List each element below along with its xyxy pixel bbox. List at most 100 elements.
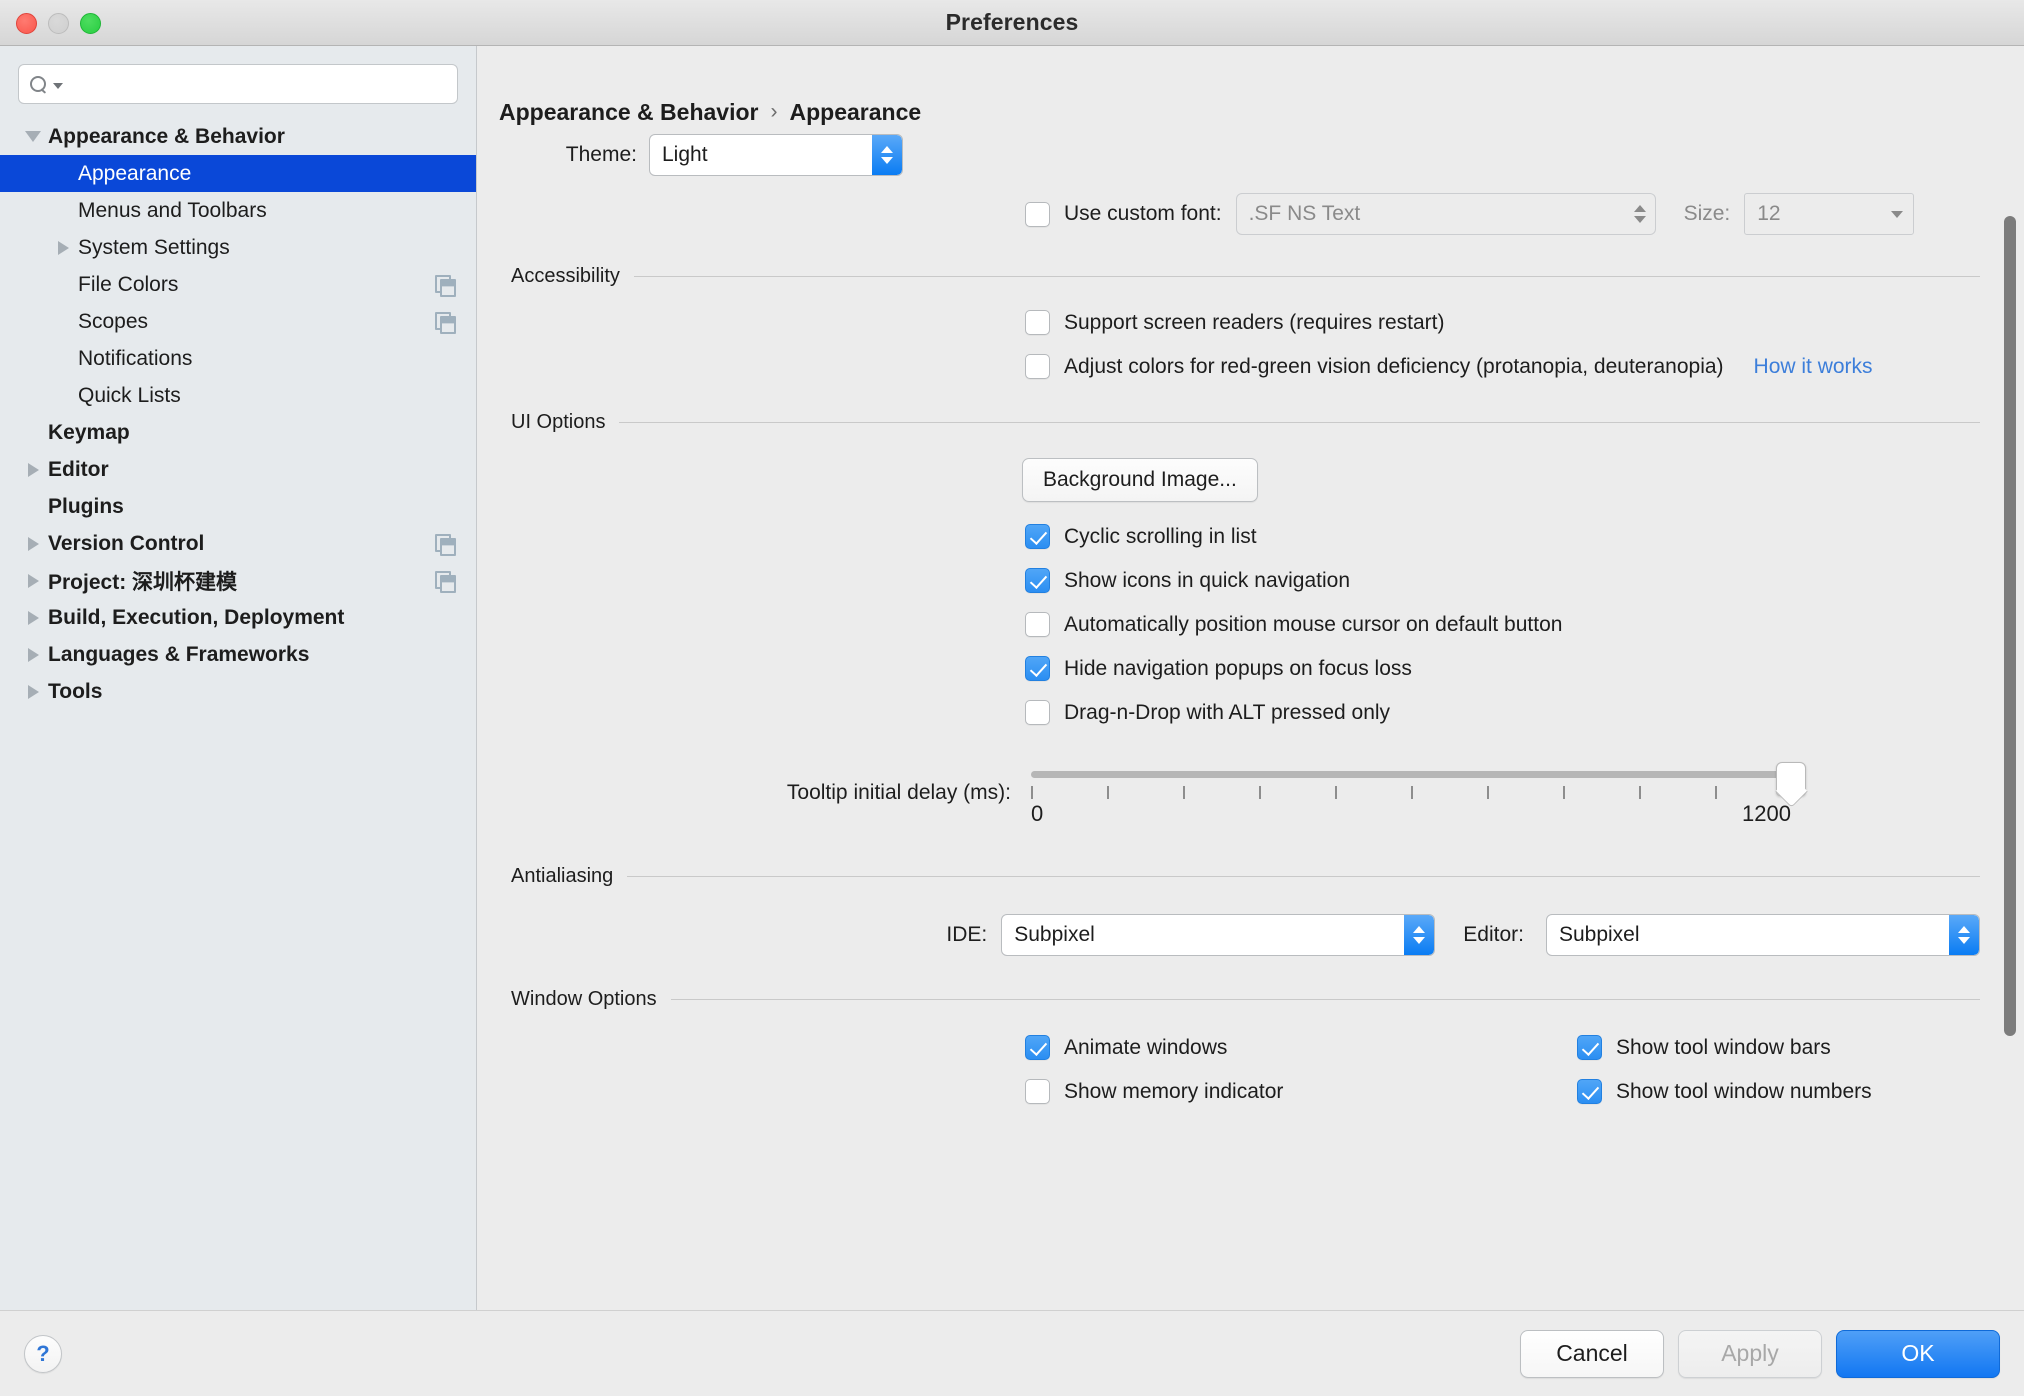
scrollbar-thumb[interactable]	[2004, 216, 2016, 1036]
content-scrollbar[interactable]	[2004, 178, 2016, 1038]
minimize-window-button[interactable]	[48, 12, 69, 34]
chevron-down-icon[interactable]	[1891, 210, 1904, 218]
sidebar-item-project[interactable]: Project: 深圳杯建模	[0, 562, 476, 599]
hide-navigation-popups-on-focus-loss-checkbox[interactable]	[1025, 656, 1050, 681]
show-icons-in-quick-navigation-row[interactable]: Show icons in quick navigation	[1025, 568, 1980, 593]
animate-windows-checkbox[interactable]	[1025, 1035, 1050, 1060]
use-custom-font-label: Use custom font:	[1064, 202, 1222, 225]
ide-antialiasing-stepper-icon[interactable]	[1404, 915, 1435, 955]
sidebar-item-notifications[interactable]: Notifications	[0, 340, 476, 377]
adjust-colors-checkbox[interactable]	[1025, 354, 1050, 379]
search-input[interactable]	[68, 73, 447, 95]
show-icons-in-quick-navigation-checkbox[interactable]	[1025, 568, 1050, 593]
chevron-right-icon[interactable]	[57, 240, 69, 255]
apply-button[interactable]: Apply	[1678, 1329, 1822, 1378]
chevron-right-icon[interactable]	[27, 610, 39, 625]
sidebar-item-system-settings[interactable]: System Settings	[0, 229, 476, 266]
sidebar-item-build-execution-deployment[interactable]: Build, Execution, Deployment	[0, 599, 476, 636]
how-it-works-link[interactable]: How it works	[1754, 355, 1873, 379]
sidebar-item-tools[interactable]: Tools	[0, 673, 476, 710]
sidebar-item-version-control[interactable]: Version Control	[0, 525, 476, 562]
preferences-window: Preferences Appearance & Behavior Appeara…	[0, 0, 2024, 1396]
show-tool-window-numbers-row[interactable]: Show tool window numbers	[1577, 1079, 1872, 1104]
editor-antialiasing-select[interactable]: Subpixel	[1545, 914, 1980, 956]
chevron-right-icon[interactable]	[27, 462, 39, 477]
hide-navigation-popups-on-focus-loss-row[interactable]: Hide navigation popups on focus loss	[1025, 656, 1980, 681]
ok-button[interactable]: OK	[1836, 1329, 2000, 1378]
disclosure-triangle[interactable]	[18, 536, 48, 551]
sidebar-item-keymap[interactable]: Keymap	[0, 414, 476, 451]
help-button[interactable]: ?	[24, 1334, 62, 1373]
use-custom-font-checkbox-row[interactable]: Use custom font:	[1025, 201, 1222, 227]
font-size-field[interactable]: 12	[1744, 193, 1915, 235]
theme-stepper-icon[interactable]	[872, 135, 902, 175]
sidebar-item-languages-frameworks[interactable]: Languages & Frameworks	[0, 636, 476, 673]
show-memory-indicator-checkbox[interactable]	[1025, 1079, 1050, 1104]
theme-select[interactable]: Light	[649, 134, 903, 176]
disclosure-triangle[interactable]	[18, 573, 48, 588]
slider-track[interactable]	[1031, 771, 1791, 778]
chevron-right-icon[interactable]	[27, 684, 39, 699]
custom-font-stepper-icon[interactable]	[1625, 194, 1655, 234]
window-options-section-header: Window Options	[511, 988, 1980, 1011]
show-tool-window-bars-row[interactable]: Show tool window bars	[1577, 1035, 1872, 1060]
section-divider	[633, 276, 1980, 277]
chevron-down-icon[interactable]	[53, 83, 63, 89]
editor-antialiasing-stepper-icon[interactable]	[1949, 915, 1979, 955]
close-window-button[interactable]	[16, 12, 37, 34]
sidebar-item-scopes[interactable]: Scopes	[0, 303, 476, 340]
show-memory-indicator-row[interactable]: Show memory indicator	[1025, 1079, 1577, 1104]
drag-n-drop-with-alt-pressed-only-checkbox[interactable]	[1025, 700, 1050, 725]
search-box[interactable]	[18, 64, 458, 104]
automatically-position-mouse-cursor-on-default-button-checkbox[interactable]	[1025, 612, 1050, 637]
disclosure-triangle[interactable]	[18, 462, 48, 477]
copy-settings-icon[interactable]	[435, 534, 456, 556]
sidebar-item-file-colors[interactable]: File Colors	[0, 266, 476, 303]
support-screen-readers-checkbox[interactable]	[1025, 310, 1050, 335]
chevron-right-icon[interactable]	[27, 573, 39, 588]
sidebar-item-editor[interactable]: Editor	[0, 451, 476, 488]
show-tool-window-numbers-checkbox[interactable]	[1577, 1079, 1602, 1104]
disclosure-triangle[interactable]	[18, 647, 48, 662]
show-tool-window-bars-checkbox[interactable]	[1577, 1035, 1602, 1060]
chevron-right-icon[interactable]	[27, 647, 39, 662]
sidebar-item-appearance-behavior[interactable]: Appearance & Behavior	[0, 118, 476, 155]
sidebar-item-quick-lists[interactable]: Quick Lists	[0, 377, 476, 414]
custom-font-value: .SF NS Text	[1248, 202, 1361, 225]
automatically-position-mouse-cursor-on-default-button-row[interactable]: Automatically position mouse cursor on d…	[1025, 612, 1980, 637]
sidebar-item-plugins[interactable]: Plugins	[0, 488, 476, 525]
breadcrumb-root[interactable]: Appearance & Behavior	[499, 99, 758, 126]
drag-n-drop-with-alt-pressed-only-row[interactable]: Drag-n-Drop with ALT pressed only	[1025, 700, 1980, 725]
automatically-position-mouse-cursor-on-default-button-label: Automatically position mouse cursor on d…	[1064, 612, 1563, 636]
zoom-window-button[interactable]	[80, 12, 101, 34]
use-custom-font-checkbox[interactable]	[1025, 201, 1050, 227]
animate-windows-row[interactable]: Animate windows	[1025, 1035, 1577, 1060]
slider-tick	[1715, 786, 1717, 799]
custom-font-select[interactable]: .SF NS Text	[1235, 193, 1656, 235]
disclosure-triangle[interactable]	[18, 131, 48, 142]
disclosure-triangle[interactable]	[48, 240, 78, 255]
chevron-down-icon[interactable]	[25, 131, 41, 142]
copy-settings-icon[interactable]	[435, 275, 456, 297]
copy-settings-icon[interactable]	[435, 571, 456, 593]
cancel-button[interactable]: Cancel	[1520, 1329, 1664, 1378]
tooltip-delay-slider[interactable]: 0 1200	[1031, 757, 1806, 833]
slider-thumb[interactable]	[1776, 762, 1806, 796]
disclosure-triangle[interactable]	[18, 610, 48, 625]
slider-tick	[1107, 786, 1109, 799]
sidebar-item-menus-and-toolbars[interactable]: Menus and Toolbars	[0, 192, 476, 229]
sidebar-item-appearance[interactable]: Appearance	[0, 155, 476, 192]
ide-antialiasing-select[interactable]: Subpixel	[1001, 914, 1436, 956]
disclosure-triangle[interactable]	[18, 684, 48, 699]
slider-tick	[1487, 786, 1489, 799]
copy-settings-icon[interactable]	[435, 312, 456, 334]
background-image-button[interactable]: Background Image...	[1022, 458, 1258, 502]
cyclic-scrolling-in-list-checkbox[interactable]	[1025, 524, 1050, 549]
adjust-colors-row[interactable]: Adjust colors for red-green vision defic…	[1025, 354, 1980, 379]
slider-max-label: 1200	[1742, 801, 1791, 826]
show-tool-window-numbers-label: Show tool window numbers	[1616, 1079, 1872, 1103]
support-screen-readers-row[interactable]: Support screen readers (requires restart…	[1025, 310, 1980, 335]
cyclic-scrolling-in-list-row[interactable]: Cyclic scrolling in list	[1025, 524, 1980, 549]
sidebar-item-label: Appearance	[78, 161, 192, 185]
chevron-right-icon[interactable]	[27, 536, 39, 551]
